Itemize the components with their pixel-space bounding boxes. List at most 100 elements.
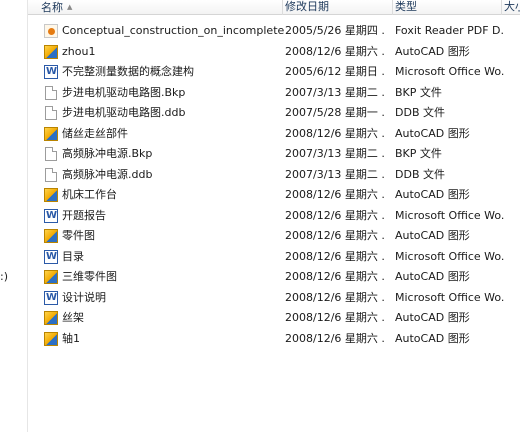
file-name-cell[interactable]: 步进电机驱动电路图.ddb	[44, 103, 284, 123]
file-type: AutoCAD 图形	[395, 229, 470, 242]
file-row[interactable]: 步进电机驱动电路图.Bkp 2007/3/13 星期二 ... BKP 文件	[28, 83, 520, 104]
navigation-pane-truncated-text: :)	[0, 270, 8, 283]
file-date: 2008/12/6 星期六 ...	[285, 188, 385, 201]
file-date: 2008/12/6 星期六 ...	[285, 44, 385, 58]
file-name-cell[interactable]: zhou1	[44, 42, 284, 62]
file-type: Microsoft Office Wo...	[395, 208, 505, 222]
file-date: 2008/12/6 星期六 ...	[285, 249, 385, 263]
file-row[interactable]: 储丝走丝部件 2008/12/6 星期六 ... AutoCAD 图形	[28, 124, 520, 145]
file-date: 2008/12/6 星期六 ...	[285, 126, 385, 140]
file-name-cell[interactable]: 高频脉冲电源.ddb	[44, 165, 284, 185]
file-name-cell[interactable]: 不完整测量数据的概念建构	[44, 62, 284, 82]
file-name-cell[interactable]: 三维零件图	[44, 267, 284, 287]
file-row[interactable]: 高频脉冲电源.ddb 2007/3/13 星期二 ... DDB 文件	[28, 165, 520, 186]
file-name: 步进电机驱动电路图.Bkp	[62, 85, 186, 99]
column-header-type-label: 类型	[395, 0, 417, 13]
file-row[interactable]: 轴1 2008/12/6 星期六 ... AutoCAD 图形	[28, 329, 520, 350]
file-name: 步进电机驱动电路图.ddb	[62, 106, 186, 119]
column-header-size[interactable]: 大小	[502, 0, 520, 15]
file-row[interactable]: 三维零件图 2008/12/6 星期六 ... AutoCAD 图形	[28, 267, 520, 288]
autocad-file-icon	[44, 229, 58, 243]
column-header-date[interactable]: 修改日期	[283, 0, 393, 15]
file-type: AutoCAD 图形	[395, 44, 470, 58]
file-row[interactable]: 丝架 2008/12/6 星期六 ... AutoCAD 图形	[28, 308, 520, 329]
file-date: 2005/6/12 星期日 ...	[285, 65, 385, 78]
autocad-file-icon	[44, 311, 58, 325]
file-date: 2008/12/6 星期六 ...	[285, 311, 385, 324]
file-date: 2005/5/26 星期四 ...	[285, 24, 385, 37]
file-date: 2008/12/6 星期六 ...	[285, 331, 385, 345]
word-document-icon	[44, 288, 58, 308]
autocad-file-icon	[44, 270, 58, 284]
pdf-file-icon	[44, 24, 58, 38]
file-name: 机床工作台	[62, 188, 117, 201]
column-header-date-label: 修改日期	[285, 0, 329, 13]
file-name-cell[interactable]: 丝架	[44, 308, 284, 328]
autocad-file-icon	[44, 44, 58, 59]
file-row[interactable]: 步进电机驱动电路图.ddb 2007/5/28 星期一 ... DDB 文件	[28, 103, 520, 124]
file-name: 不完整测量数据的概念建构	[62, 65, 194, 78]
file-row[interactable]: 高频脉冲电源.Bkp 2007/3/13 星期二 ... BKP 文件	[28, 144, 520, 165]
file-row[interactable]: zhou1 2008/12/6 星期六 ... AutoCAD 图形	[28, 42, 520, 63]
file-type: AutoCAD 图形	[395, 331, 470, 345]
column-header-name-label: 名称	[41, 1, 63, 14]
file-name: 轴1	[62, 331, 80, 345]
file-name-cell[interactable]: 开题报告	[44, 206, 284, 226]
file-row[interactable]: 不完整测量数据的概念建构 2005/6/12 星期日 ... Microsoft O…	[28, 62, 520, 83]
file-row[interactable]: 零件图 2008/12/6 星期六 ... AutoCAD 图形	[28, 226, 520, 247]
column-header-name[interactable]: 名称 ▲	[28, 0, 283, 15]
file-type: Microsoft Office Wo...	[395, 65, 505, 78]
autocad-file-icon	[44, 126, 58, 141]
autocad-file-icon	[44, 188, 58, 202]
sort-ascending-icon: ▲	[67, 3, 73, 11]
file-type: Foxit Reader PDF D...	[395, 24, 505, 37]
navigation-pane[interactable]: :)	[0, 0, 28, 432]
generic-file-icon	[45, 106, 57, 120]
generic-file-icon	[45, 85, 57, 100]
file-name-cell[interactable]: 机床工作台	[44, 185, 284, 205]
file-type: BKP 文件	[395, 85, 442, 99]
word-document-icon	[44, 62, 58, 82]
file-type: DDB 文件	[395, 106, 445, 119]
file-name: 开题报告	[62, 208, 106, 222]
file-name-cell[interactable]: 零件图	[44, 226, 284, 246]
file-date: 2008/12/6 星期六 ...	[285, 208, 385, 222]
file-name-cell[interactable]: 储丝走丝部件	[44, 124, 284, 144]
file-date: 2008/12/6 星期六 ...	[285, 270, 385, 283]
file-row[interactable]: 开题报告 2008/12/6 星期六 ... Microsoft Office Wo…	[28, 206, 520, 227]
file-name: zhou1	[62, 44, 96, 58]
file-name-cell[interactable]: 步进电机驱动电路图.Bkp	[44, 83, 284, 103]
file-date: 2007/3/13 星期二 ...	[285, 147, 385, 160]
file-name-cell[interactable]: 高频脉冲电源.Bkp	[44, 144, 284, 164]
file-type: BKP 文件	[395, 147, 442, 160]
file-name-cell[interactable]: Conceptual_construction_on_incomplete_su…	[44, 21, 284, 41]
file-row[interactable]: 设计说明 2008/12/6 星期六 ... Microsoft Office Wo…	[28, 288, 520, 309]
file-type: AutoCAD 图形	[395, 126, 470, 140]
file-name-cell[interactable]: 设计说明	[44, 288, 284, 308]
file-type: DDB 文件	[395, 167, 445, 181]
file-name: 设计说明	[62, 290, 106, 304]
file-name: 高频脉冲电源.ddb	[62, 167, 153, 181]
file-row[interactable]: Conceptual_construction_on_incomplete_su…	[28, 21, 520, 42]
file-type: Microsoft Office Wo...	[395, 249, 505, 263]
file-date: 2008/12/6 星期六 ...	[285, 290, 385, 304]
file-name: 三维零件图	[62, 270, 117, 283]
file-date: 2007/3/13 星期二 ...	[285, 85, 385, 99]
file-name: 高频脉冲电源.Bkp	[62, 147, 153, 160]
file-name: Conceptual_construction_on_incomplete_su…	[62, 24, 284, 37]
file-name-cell[interactable]: 轴1	[44, 329, 284, 349]
file-type: AutoCAD 图形	[395, 188, 470, 201]
column-header-type[interactable]: 类型	[393, 0, 502, 15]
file-date: 2007/5/28 星期一 ...	[285, 106, 385, 119]
file-name-cell[interactable]: 目录	[44, 247, 284, 267]
word-document-icon	[44, 206, 58, 226]
word-document-icon	[44, 247, 58, 267]
generic-file-icon	[45, 167, 57, 182]
file-row[interactable]: 机床工作台 2008/12/6 星期六 ... AutoCAD 图形	[28, 185, 520, 206]
file-type: Microsoft Office Wo...	[395, 290, 505, 304]
file-date: 2008/12/6 星期六 ...	[285, 229, 385, 242]
file-name: 零件图	[62, 229, 95, 242]
file-row[interactable]: 目录 2008/12/6 星期六 ... Microsoft Office Wo..…	[28, 247, 520, 268]
file-list[interactable]: 名称 ▲ 修改日期 类型 大小 Conceptual_construction_o…	[28, 0, 520, 432]
autocad-file-icon	[44, 331, 58, 346]
